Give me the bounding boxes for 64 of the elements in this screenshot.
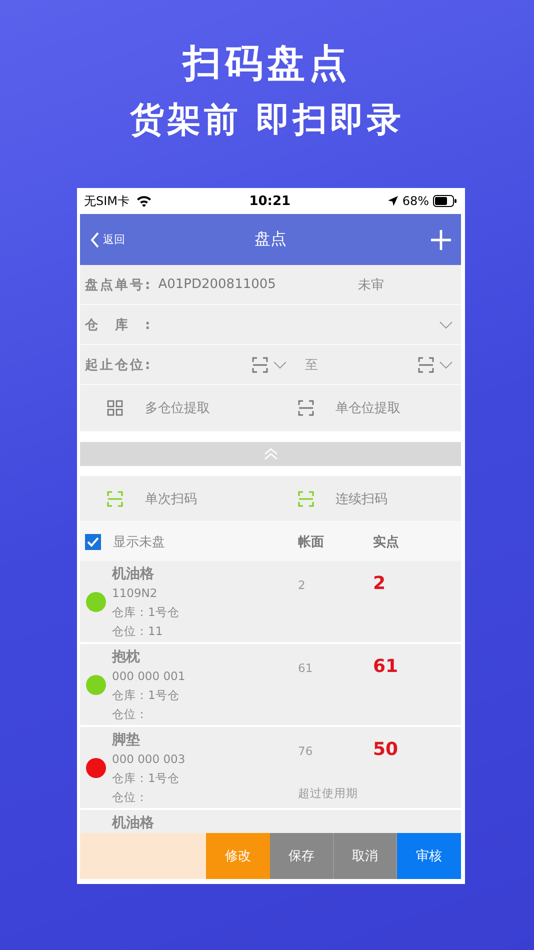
item-name: 机油格 bbox=[112, 814, 155, 833]
subheadline: 货架前 即扫即录 bbox=[130, 99, 404, 142]
headline: 扫码盘点 bbox=[183, 40, 351, 86]
item-warehouse: 仓库：1号仓 bbox=[112, 604, 180, 621]
item-location: 仓位：11 bbox=[112, 623, 164, 640]
order-number: A01PD200811005 bbox=[158, 277, 277, 292]
double-chevron-up-icon bbox=[262, 447, 278, 461]
column-header: 实点 bbox=[373, 534, 399, 550]
wifi-icon bbox=[136, 195, 152, 207]
item-code: 1109N2 bbox=[112, 585, 158, 602]
book-count: 61 bbox=[298, 661, 314, 675]
scan-button[interactable]: 连续扫码 bbox=[270, 476, 461, 521]
item-note: 超过使用期 bbox=[298, 786, 359, 801]
item-code: 000 000 003 bbox=[112, 751, 186, 768]
location-arrow-icon bbox=[388, 196, 398, 206]
book-count: 2 bbox=[298, 578, 306, 592]
scan-button[interactable]: 单次扫码 bbox=[80, 476, 270, 521]
chevron-down-icon[interactable] bbox=[273, 360, 288, 368]
field-label: 起止仓位: bbox=[85, 356, 152, 374]
footer-button[interactable]: 保存 bbox=[270, 833, 334, 879]
footer-button[interactable]: 修改 bbox=[206, 833, 270, 879]
field-label: 盘点单号: bbox=[85, 276, 152, 294]
field-label: 仓 库 : bbox=[85, 316, 152, 334]
list-item[interactable]: 机油格 bbox=[80, 810, 461, 833]
footer-button[interactable]: 取消 bbox=[334, 833, 398, 879]
scan-icon[interactable] bbox=[418, 356, 434, 372]
list-item[interactable]: 机油格 1109N2 仓库：1号仓 仓位：11 2 2 bbox=[80, 561, 461, 642]
list-item[interactable]: 抱枕 000 000 001 仓库：1号仓 仓位： 61 61 bbox=[80, 644, 461, 725]
page-title: 盘点 bbox=[254, 229, 286, 250]
status-label: 未审 bbox=[358, 276, 384, 294]
battery-icon bbox=[433, 195, 457, 207]
extract-button[interactable]: 单仓位提取 bbox=[270, 385, 461, 431]
back-button[interactable]: 返回 bbox=[90, 232, 125, 248]
footer-button[interactable]: 审核 bbox=[397, 833, 461, 879]
list-item[interactable]: 脚垫 000 000 003 仓库：1号仓 仓位： 76 超过使用期 50 bbox=[80, 727, 461, 808]
extract-button[interactable]: 多仓位提取 bbox=[80, 385, 270, 431]
item-name: 抱枕 bbox=[112, 648, 141, 667]
book-count: 76 bbox=[298, 744, 314, 758]
item-location: 仓位： bbox=[112, 789, 149, 806]
battery-percent: 68% bbox=[402, 194, 429, 208]
actual-count: 61 bbox=[373, 656, 398, 677]
item-name: 机油格 bbox=[112, 565, 155, 584]
grid-icon bbox=[107, 400, 123, 416]
actual-count: 50 bbox=[373, 739, 398, 760]
chevron-down-icon[interactable] bbox=[439, 360, 454, 368]
scan-icon[interactable] bbox=[252, 356, 268, 372]
scan-icon bbox=[298, 400, 314, 416]
item-code: 000 000 001 bbox=[112, 668, 186, 685]
item-name: 脚垫 bbox=[112, 731, 141, 750]
scan-icon bbox=[107, 490, 123, 506]
scan-icon bbox=[298, 490, 314, 506]
chevron-down-icon[interactable] bbox=[439, 320, 453, 328]
item-warehouse: 仓库：1号仓 bbox=[112, 687, 180, 704]
item-location: 仓位： bbox=[112, 706, 149, 723]
carrier-label: 无SIM卡 bbox=[84, 192, 130, 210]
time-label: 10:21 bbox=[248, 194, 292, 208]
actual-count: 2 bbox=[373, 573, 386, 594]
to-label: 至 bbox=[305, 356, 318, 374]
column-header: 帐面 bbox=[298, 534, 325, 550]
checkbox-label: 显示未盘 bbox=[113, 534, 166, 550]
chevron-left-icon bbox=[90, 232, 100, 248]
item-warehouse: 仓库：1号仓 bbox=[112, 770, 180, 787]
checkbox[interactable] bbox=[85, 534, 101, 550]
add-icon[interactable] bbox=[431, 230, 451, 250]
